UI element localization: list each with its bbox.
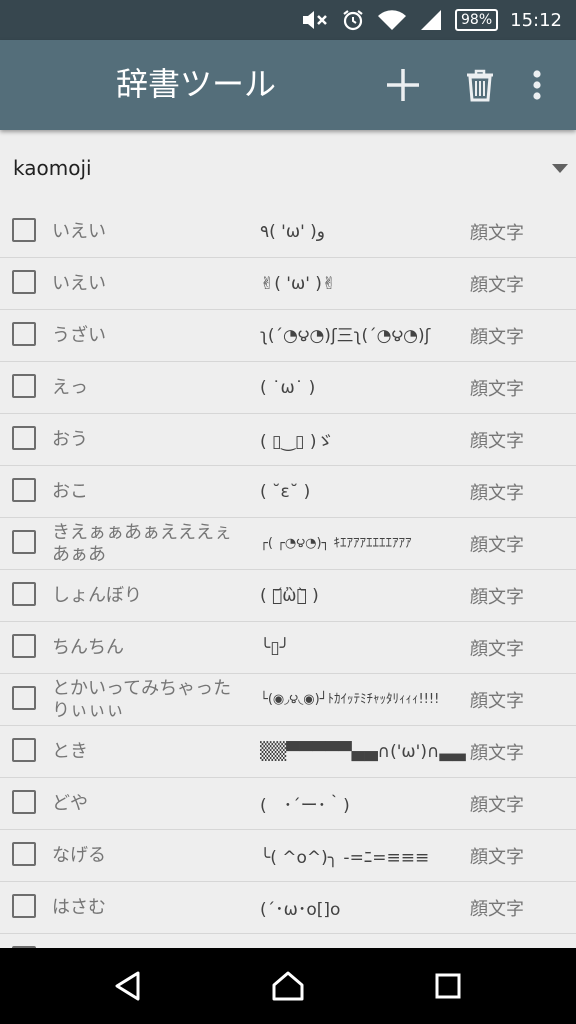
add-button[interactable] [380,62,426,108]
checkbox[interactable] [12,582,36,606]
alarm-icon [341,8,365,32]
dropdown-arrow-icon [552,164,568,173]
plus-icon [387,69,419,101]
checkbox[interactable] [12,634,36,658]
entry-pos: 顔文字 [470,430,524,452]
entry-reading: いえい [52,220,106,242]
dictionary-list[interactable]: いえい ٩( 'ω' )و 顔文字 いえい ✌( 'ω' )✌ 顔文字 うざい … [0,206,576,948]
list-item[interactable]: ちんちん ╰▯╯ 顔文字 [0,622,576,674]
navigation-bar [0,948,576,1024]
entry-reading: うざい [52,324,106,346]
entry-word: (´･ω･o[]o [260,900,341,920]
list-item[interactable]: えっ ( ˙ω˙ ) 顔文字 [0,362,576,414]
wifi-icon [377,8,407,32]
entry-pos: 顔文字 [470,742,524,764]
list-item[interactable]: うざい ʅ(´◔౪◔)ʃ三ʅ(´◔౪◔)ʃ 顔文字 [0,310,576,362]
entry-reading: ちんちん [52,636,124,658]
trash-icon [467,69,493,102]
entry-word: ╰▯╯ [260,637,290,658]
list-item[interactable] [0,934,576,948]
entry-pos: 顔文字 [470,794,524,816]
entry-pos: 顔文字 [470,898,524,920]
list-item[interactable]: いえい ✌( 'ω' )✌ 顔文字 [0,258,576,310]
entry-reading: はさむ [52,896,106,918]
recents-button[interactable] [428,966,468,1006]
battery-indicator: 98% [455,9,499,31]
entry-pos: 顔文字 [470,638,524,660]
entry-pos: 顔文字 [470,586,524,608]
status-bar: 98% 15:12 [0,0,576,40]
entry-word: ╰( ^o^)╮ -=ﾆ=≡≡≡ [260,848,430,868]
checkbox[interactable] [12,790,36,814]
entry-word [260,934,466,948]
list-item[interactable]: おこ ( ˘ε˘ ) 顔文字 [0,466,576,518]
entry-pos: 顔文字 [470,690,524,712]
list-item[interactable]: どや ( ･´ー･｀) 顔文字 [0,778,576,830]
list-item[interactable]: いえい ٩( 'ω' )و 顔文字 [0,206,576,258]
entry-reading [52,934,248,948]
checkbox[interactable] [12,530,36,554]
more-vert-icon [533,70,541,100]
entry-pos: 顔文字 [470,534,524,556]
entry-word: ( ･᷄ὢ･᷅ ) [260,585,319,606]
entry-pos: 顔文字 [470,846,524,868]
list-item[interactable]: とき ▒▒▀▀▀▀▀▄▄∩('ω')∩▃▃ 顔文字 [0,726,576,778]
checkbox[interactable] [12,374,36,398]
entry-pos: 顔文字 [470,274,524,296]
entry-word: ( ▯‿▯ )ゞ [260,432,334,452]
list-item[interactable]: おう ( ▯‿▯ )ゞ 顔文字 [0,414,576,466]
checkbox[interactable] [12,322,36,346]
back-button[interactable] [108,966,148,1006]
checkbox[interactable] [12,218,36,242]
app-toolbar: 辞書ツール [0,40,576,130]
entry-word: ٩( 'ω' )و [260,221,326,242]
entry-reading: おこ [52,480,88,502]
entry-pos: 顔文字 [470,482,524,504]
page-title: 辞書ツール [116,65,277,103]
entry-reading: とき [52,740,88,762]
checkbox[interactable] [12,738,36,762]
mute-icon [301,9,329,31]
checkbox[interactable] [12,894,36,918]
entry-word: └(◉◞౪◟◉)┘ﾄｶｲｯﾃﾐﾁｬｯﾀﾘｨｨｨ!!!! [260,691,440,707]
checkbox[interactable] [12,270,36,294]
list-item[interactable]: きえぁぁあぁえええぇあぁあ ┌( ┌◔౪◔)┐ ｷｴｱｱｱｴｴｴｴｱｱｱ 顔文字 [0,518,576,570]
entry-reading: おう [52,428,88,450]
entry-pos: 顔文字 [470,222,524,244]
clock: 15:12 [510,9,562,31]
checkbox[interactable] [12,478,36,502]
home-icon [272,971,304,1001]
entry-reading: えっ [52,376,88,398]
delete-button[interactable] [457,62,503,108]
home-button[interactable] [268,966,308,1006]
entry-reading: しょんぼり [52,584,142,606]
list-item[interactable]: はさむ (´･ω･o[]o 顔文字 [0,882,576,934]
entry-word: ▒▒▀▀▀▀▀▄▄∩('ω')∩▃▃ [260,741,466,762]
entry-reading: とかいってみちゃったりぃぃぃ [52,677,232,721]
recents-square-icon [435,973,461,999]
checkbox[interactable] [12,426,36,450]
entry-word: ʅ(´◔౪◔)ʃ三ʅ(´◔౪◔)ʃ [260,326,431,346]
entry-word: ✌( 'ω' )✌ [260,273,337,294]
back-triangle-icon [115,971,140,1001]
signal-icon [419,8,443,32]
list-item[interactable]: しょんぼり ( ･᷄ὢ･᷅ ) 顔文字 [0,570,576,622]
entry-word: ( ˘ε˘ ) [260,481,311,502]
checkbox[interactable] [12,842,36,866]
entry-reading: いえい [52,272,106,294]
entry-word: ┌( ┌◔౪◔)┐ ｷｴｱｱｱｴｴｴｴｱｱｱ [260,535,412,551]
overflow-menu-button[interactable] [514,62,560,108]
entry-pos: 顔文字 [470,378,524,400]
entry-word: ( ･´ー･｀) [260,796,350,816]
list-item[interactable]: とかいってみちゃったりぃぃぃ └(◉◞౪◟◉)┘ﾄｶｲｯﾃﾐﾁｬｯﾀﾘｨｨｨ!!… [0,674,576,726]
category-dropdown-value: kaomoji [13,156,92,180]
entry-word: ( ˙ω˙ ) [260,377,316,398]
list-item[interactable]: なげる ╰( ^o^)╮ -=ﾆ=≡≡≡ 顔文字 [0,830,576,882]
category-dropdown[interactable]: kaomoji [0,140,576,200]
entry-pos: 顔文字 [470,326,524,348]
checkbox[interactable] [12,686,36,710]
entry-reading: どや [52,792,88,814]
entry-reading: なげる [52,844,106,866]
entry-reading: きえぁぁあぁえええぇあぁあ [52,521,232,565]
